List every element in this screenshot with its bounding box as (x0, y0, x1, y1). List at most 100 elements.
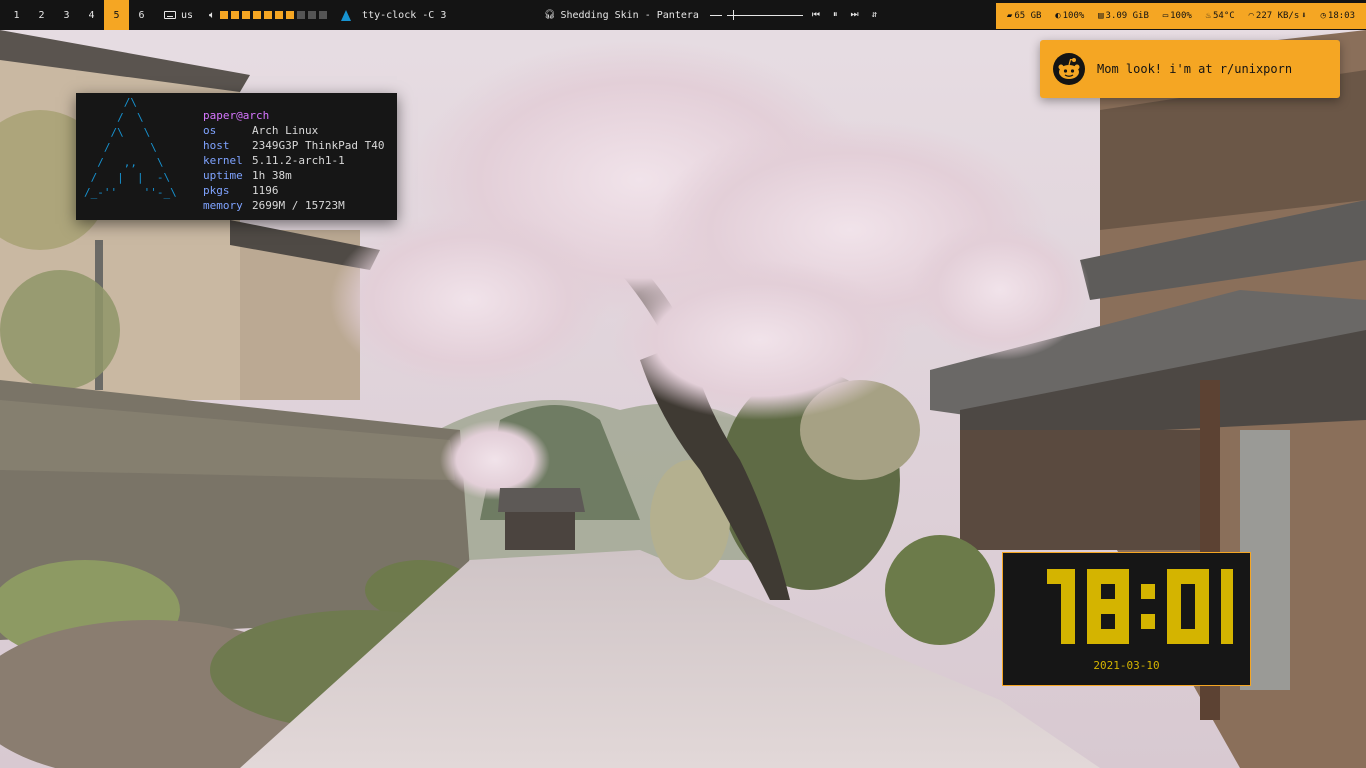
window-title: tty-clock -C 3 (362, 9, 447, 21)
arch-ascii-logo: /\ / \ /\ \ / \ / ,, \ / | | -\ /_-'' ''… (84, 96, 177, 199)
battery-icon: ▭ (1162, 11, 1169, 21)
info-key: host (203, 139, 230, 152)
cpu-icon: ◐ (1055, 11, 1061, 21)
clock-date: 2021-03-10 (1093, 659, 1160, 672)
previous-track-button[interactable]: ⏮︎ (808, 10, 824, 20)
now-playing-label: Shedding Skin - Pantera (560, 9, 699, 21)
clock-digit-block (1101, 569, 1115, 584)
info-row-memory: memory 2699M / 15723M (203, 198, 384, 213)
clock-digit-block (1167, 569, 1181, 584)
clock-digit-block (1087, 614, 1101, 629)
clock-digit-block (1167, 584, 1181, 599)
clock-digit-block (1195, 629, 1209, 644)
volume-indicator[interactable]: 🔈︎ (209, 0, 328, 30)
workspace-1-button[interactable]: 1 (4, 0, 29, 30)
info-key: uptime (203, 169, 243, 182)
clock-digit-block (1115, 584, 1129, 599)
clock-digits (1047, 569, 1233, 644)
network-speed[interactable]: ◠ 227 KB/s ⬇ (1249, 11, 1307, 21)
window-title-area: tty-clock -C 3 (341, 0, 446, 30)
clock-digit-block (1167, 614, 1181, 629)
clock-digit-block (1101, 629, 1115, 644)
battery-status[interactable]: ▭ 100% (1163, 11, 1192, 21)
seek-start-marker (709, 14, 722, 16)
clock-digit-block (1167, 629, 1181, 644)
user-host-label: paper@arch (203, 109, 270, 122)
clock-icon: ◷ (1320, 11, 1326, 21)
seek-knob[interactable] (732, 10, 734, 20)
info-key: kernel (203, 154, 243, 167)
clock-digit-block (1141, 614, 1155, 629)
keyboard-icon (164, 11, 176, 19)
speaker-icon: 🔈︎ (209, 9, 216, 21)
clock-digit-block (1115, 614, 1129, 629)
workspace-4-button[interactable]: 4 (79, 0, 104, 30)
clock-digit-block (1061, 599, 1075, 614)
info-value: 1h 38m (252, 169, 292, 182)
temperature[interactable]: ♨ 54°C (1206, 11, 1235, 21)
folder-icon: ▰ (1006, 11, 1013, 21)
info-key: pkgs (203, 184, 230, 197)
keyboard-layout-label: us (181, 9, 194, 21)
headphones-icon: 🎧︎ (544, 10, 556, 20)
notification-popup[interactable]: Mom look! i'm at r/unixporn (1040, 40, 1340, 98)
neofetch-terminal-window[interactable]: /\ / \ /\ \ / \ / ,, \ / | | -\ /_-'' ''… (76, 93, 397, 220)
clock-digit-block (1195, 584, 1209, 599)
info-row-host: host 2349G3P ThinkPad T40 (203, 138, 384, 153)
volume-block (308, 11, 317, 19)
arch-logo-icon (341, 9, 352, 21)
bar-clock[interactable]: ◷ 18:03 (1321, 11, 1356, 21)
clock-digit-block (1221, 629, 1233, 644)
top-bar: 1 2 3 4 5 6 us 🔈︎ tty-clock -C 3 🎧︎ Shed… (0, 0, 1366, 30)
volume-block (253, 11, 262, 19)
seek-bar[interactable] (726, 10, 803, 20)
wifi-icon: ◠ (1248, 11, 1254, 21)
info-value: Arch Linux (252, 124, 319, 137)
clock-digit-block (1115, 629, 1129, 644)
thermometer-icon: ♨ (1205, 11, 1212, 21)
workspace-6-button[interactable]: 6 (129, 0, 154, 30)
workspace-2-button[interactable]: 2 (29, 0, 54, 30)
volume-block (264, 11, 273, 19)
clock-digit-block (1087, 599, 1101, 614)
info-value: 5.11.2-arch1-1 (252, 154, 345, 167)
info-value: 2349G3P ThinkPad T40 (252, 139, 385, 152)
clock-digit-block (1221, 614, 1233, 629)
keyboard-layout[interactable]: us (164, 0, 193, 30)
disk-usage[interactable]: ▰ 65 GB (1007, 11, 1042, 21)
system-info-list: paper@arch os Arch Linux host 2349G3P Think… (203, 108, 384, 213)
next-track-button[interactable]: ⏭︎ (847, 10, 863, 20)
download-arrow-icon: ⬇ (1301, 11, 1307, 21)
cpu-usage[interactable]: ◐ 100% (1055, 11, 1084, 21)
system-status-panel: ▰ 65 GB ◐ 100% ▤ 3.09 GiB ▭ 100% ♨ 54°C ◠ 227 … (996, 3, 1366, 29)
pause-button[interactable]: ⏸︎ (829, 10, 842, 20)
clock-digit-block (1087, 569, 1101, 584)
media-player: 🎧︎ Shedding Skin - Pantera ⏮︎ ⏸︎ ⏭︎ ⇵ (544, 0, 881, 30)
clock-digit-block (1141, 584, 1155, 599)
memory-icon: ▤ (1098, 11, 1104, 21)
volume-block (275, 11, 284, 19)
info-row-uptime: uptime 1h 38m (203, 168, 384, 183)
info-key: os (203, 124, 217, 137)
clock-digit-block (1221, 584, 1233, 599)
clock-digit-block (1195, 569, 1209, 584)
info-row-os: os Arch Linux (203, 123, 384, 138)
volume-block (319, 11, 328, 19)
volume-level-bar[interactable] (220, 11, 328, 19)
clock-digit-block (1061, 614, 1075, 629)
info-row-pkgs: pkgs 1196 (203, 183, 384, 198)
clock-digit-block (1047, 569, 1061, 584)
clock-digit-block (1061, 584, 1075, 599)
reddit-icon (1053, 53, 1085, 85)
volume-block (286, 11, 295, 19)
ram-usage[interactable]: ▤ 3.09 GiB (1098, 11, 1149, 21)
clock-digit-block (1181, 569, 1195, 584)
volume-block (220, 11, 229, 19)
workspace-5-button[interactable]: 5 (104, 0, 129, 30)
workspace-3-button[interactable]: 3 (54, 0, 79, 30)
clock-digit-block (1181, 629, 1195, 644)
notification-message: Mom look! i'm at r/unixporn (1097, 62, 1293, 76)
repeat-toggle-button[interactable]: ⇵ (868, 10, 881, 20)
tty-clock-window[interactable]: 2021-03-10 (1002, 552, 1251, 686)
info-value: 2699M / 15723M (252, 199, 345, 212)
